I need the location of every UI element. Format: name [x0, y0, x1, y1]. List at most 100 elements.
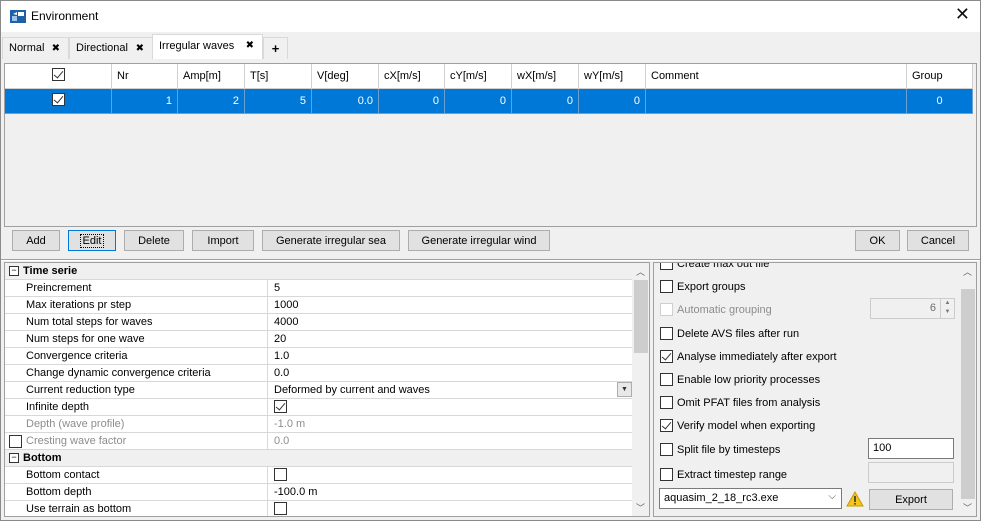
cell-wy[interactable]: 0 [579, 89, 646, 114]
checkbox[interactable] [660, 419, 673, 432]
property-value[interactable]: 0.0 [267, 365, 632, 381]
column-header[interactable]: Comment [646, 64, 907, 89]
column-header[interactable]: T[s] [245, 64, 312, 89]
split-timesteps-input[interactable]: 100 [868, 438, 954, 459]
infinite-depth-checkbox[interactable] [274, 399, 287, 413]
column-header[interactable]: cY[m/s] [445, 64, 512, 89]
property-grid-scrollbar[interactable]: ︿ ﹀ [632, 263, 649, 516]
property-row[interactable]: Change dynamic convergence criteria 0.0 [5, 365, 632, 382]
property-value[interactable]: 4000 [267, 314, 632, 330]
property-name: Change dynamic convergence criteria [26, 367, 211, 379]
generate-irregular-sea-button[interactable]: Generate irregular sea [262, 230, 400, 251]
column-header[interactable]: Group [907, 64, 973, 89]
add-button[interactable]: Add [12, 230, 60, 251]
category-time-serie[interactable]: − Time serie [5, 263, 632, 280]
add-tab-button[interactable]: + [263, 37, 288, 59]
property-value[interactable] [267, 501, 632, 516]
cell-amp[interactable]: 2 [178, 89, 245, 114]
checkbox[interactable] [660, 468, 673, 481]
tab-directional[interactable]: Directional ✖ [69, 37, 153, 59]
delete-button[interactable]: Delete [124, 230, 184, 251]
scroll-down-icon[interactable]: ﹀ [959, 501, 976, 514]
property-row[interactable]: Preincrement 5 [5, 280, 632, 297]
cell-period[interactable]: 5 [245, 89, 312, 114]
use-terrain-checkbox[interactable] [274, 501, 287, 515]
ok-button[interactable]: OK [855, 230, 900, 251]
scroll-down-icon[interactable]: ﹀ [632, 501, 649, 514]
checkbox[interactable] [660, 396, 673, 409]
property-row[interactable]: Infinite depth [5, 399, 632, 416]
column-header[interactable]: V[deg] [312, 64, 379, 89]
property-value[interactable] [267, 467, 632, 483]
splitter[interactable] [1, 259, 980, 261]
dropdown-arrow-icon[interactable]: ▼ [617, 382, 632, 397]
cell-nr[interactable]: 1 [112, 89, 178, 114]
column-header[interactable]: wX[m/s] [512, 64, 579, 89]
checkbox[interactable] [660, 350, 673, 363]
bottom-contact-checkbox[interactable] [274, 467, 287, 481]
scrollbar-thumb[interactable] [634, 280, 648, 353]
scroll-up-icon[interactable]: ︿ [959, 265, 976, 278]
executable-select[interactable]: aquasim_2_18_rc3.exe ⌵ [659, 488, 842, 509]
property-row[interactable]: Current reduction type Deformed by curre… [5, 382, 632, 399]
scrollbar-thumb[interactable] [961, 289, 975, 499]
export-options-panel: Create max out file Export groups Automa… [653, 262, 977, 517]
cancel-button[interactable]: Cancel [907, 230, 969, 251]
property-row[interactable]: Num steps for one wave 20 [5, 331, 632, 348]
tab-close-icon[interactable]: ✖ [246, 40, 254, 51]
export-panel-scrollbar[interactable]: ︿ ﹀ [959, 263, 976, 516]
checkbox[interactable] [660, 263, 673, 270]
column-header[interactable]: wY[m/s] [579, 64, 646, 89]
property-row[interactable]: Max iterations pr step 1000 [5, 297, 632, 314]
checkbox-icon[interactable] [51, 68, 65, 81]
edit-button[interactable]: Edit [68, 230, 116, 251]
tab-close-icon[interactable]: ✖ [136, 43, 144, 54]
cell-group[interactable]: 0 [907, 89, 973, 114]
cell-comment[interactable] [646, 89, 907, 114]
property-row[interactable]: Bottom contact [5, 467, 632, 484]
property-value[interactable] [267, 399, 632, 415]
checkbox-icon[interactable] [51, 93, 65, 106]
property-value[interactable]: -100.0 m [267, 484, 632, 500]
import-button[interactable]: Import [192, 230, 254, 251]
column-header[interactable]: cX[m/s] [379, 64, 445, 89]
property-value[interactable]: 5 [267, 280, 632, 296]
column-header[interactable]: Nr [112, 64, 178, 89]
property-value[interactable]: 1000 [267, 297, 632, 313]
cell-direction[interactable]: 0.0 [312, 89, 379, 114]
spinner-arrows-icon: ▲ ▼ [940, 299, 954, 318]
tab-irregular-waves[interactable]: Irregular waves ✖ [152, 34, 263, 59]
checkbox[interactable] [660, 280, 673, 293]
table-row[interactable]: 1 2 5 0.0 0 0 0 0 0 [5, 89, 973, 114]
header-select-all[interactable] [5, 64, 112, 89]
checkbox[interactable] [660, 327, 673, 340]
property-row[interactable]: Convergence criteria 1.0 [5, 348, 632, 365]
collapse-icon[interactable]: − [9, 266, 19, 276]
waves-grid: Nr Amp[m] T[s] V[deg] cX[m/s] cY[m/s] wX… [4, 63, 977, 227]
option-label: Extract timestep range [677, 469, 788, 481]
property-row[interactable]: Use terrain as bottom [5, 501, 632, 516]
close-icon[interactable]: ✕ [955, 6, 970, 24]
cell-wx[interactable]: 0 [512, 89, 579, 114]
cell-cy[interactable]: 0 [445, 89, 512, 114]
property-row[interactable]: Num total steps for waves 4000 [5, 314, 632, 331]
chevron-down-icon[interactable]: ⌵ [828, 491, 836, 502]
category-bottom[interactable]: − Bottom [5, 450, 632, 467]
tab-normal[interactable]: Normal ✖ [2, 37, 69, 59]
cell-cx[interactable]: 0 [379, 89, 445, 114]
row-enabled-cell[interactable] [5, 89, 112, 114]
checkbox[interactable] [660, 373, 673, 386]
export-button[interactable]: Export [869, 489, 953, 510]
tab-close-icon[interactable]: ✖ [52, 43, 60, 54]
timestep-range-input[interactable] [868, 462, 954, 483]
column-header[interactable]: Amp[m] [178, 64, 245, 89]
property-value[interactable]: 1.0 [267, 348, 632, 364]
checkbox[interactable] [660, 443, 673, 456]
generate-irregular-wind-button[interactable]: Generate irregular wind [408, 230, 550, 251]
property-value[interactable]: 20 [267, 331, 632, 347]
enable-cresting-checkbox[interactable] [9, 435, 22, 448]
property-row[interactable]: Bottom depth -100.0 m [5, 484, 632, 501]
collapse-icon[interactable]: − [9, 453, 19, 463]
scroll-up-icon[interactable]: ︿ [632, 265, 649, 278]
current-reduction-combo[interactable]: Deformed by current and waves ▼ [267, 382, 632, 398]
